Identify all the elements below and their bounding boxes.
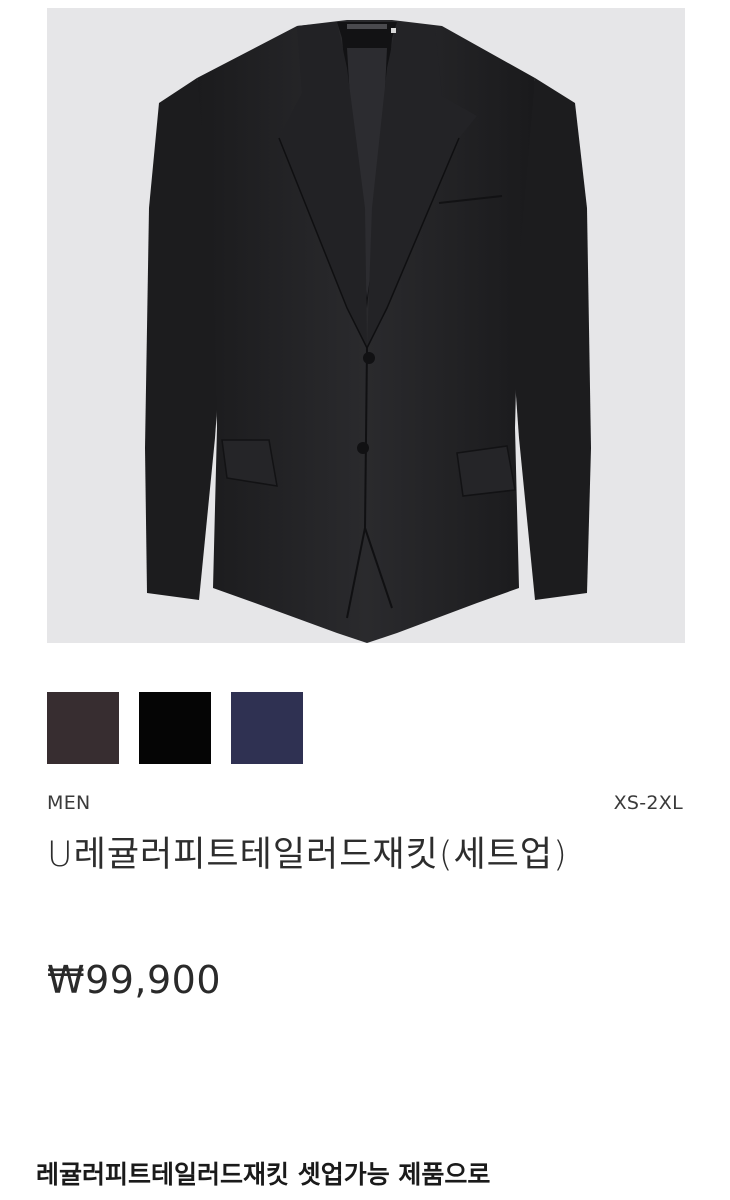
- product-name[interactable]: U레귤러피트테일러드재킷(세트업): [47, 830, 677, 880]
- product-price: ₩99,900: [47, 958, 222, 1002]
- product-size-range: XS-2XL: [613, 792, 683, 814]
- product-page: MEN XS-2XL U레귤러피트테일러드재킷(세트업) ₩99,900 레귤러…: [0, 0, 730, 1200]
- color-swatch-list: [47, 692, 303, 764]
- jacket-icon: [145, 20, 591, 643]
- product-image[interactable]: [47, 8, 685, 643]
- color-swatch-dark-brown[interactable]: [47, 692, 119, 764]
- product-description: 레귤러피트테일러드재킷 셋업가능 제품으로: [36, 1160, 491, 1189]
- product-category: MEN: [47, 792, 91, 814]
- color-swatch-navy[interactable]: [231, 692, 303, 764]
- color-swatch-black[interactable]: [139, 692, 211, 764]
- product-meta-row: MEN XS-2XL: [47, 792, 683, 814]
